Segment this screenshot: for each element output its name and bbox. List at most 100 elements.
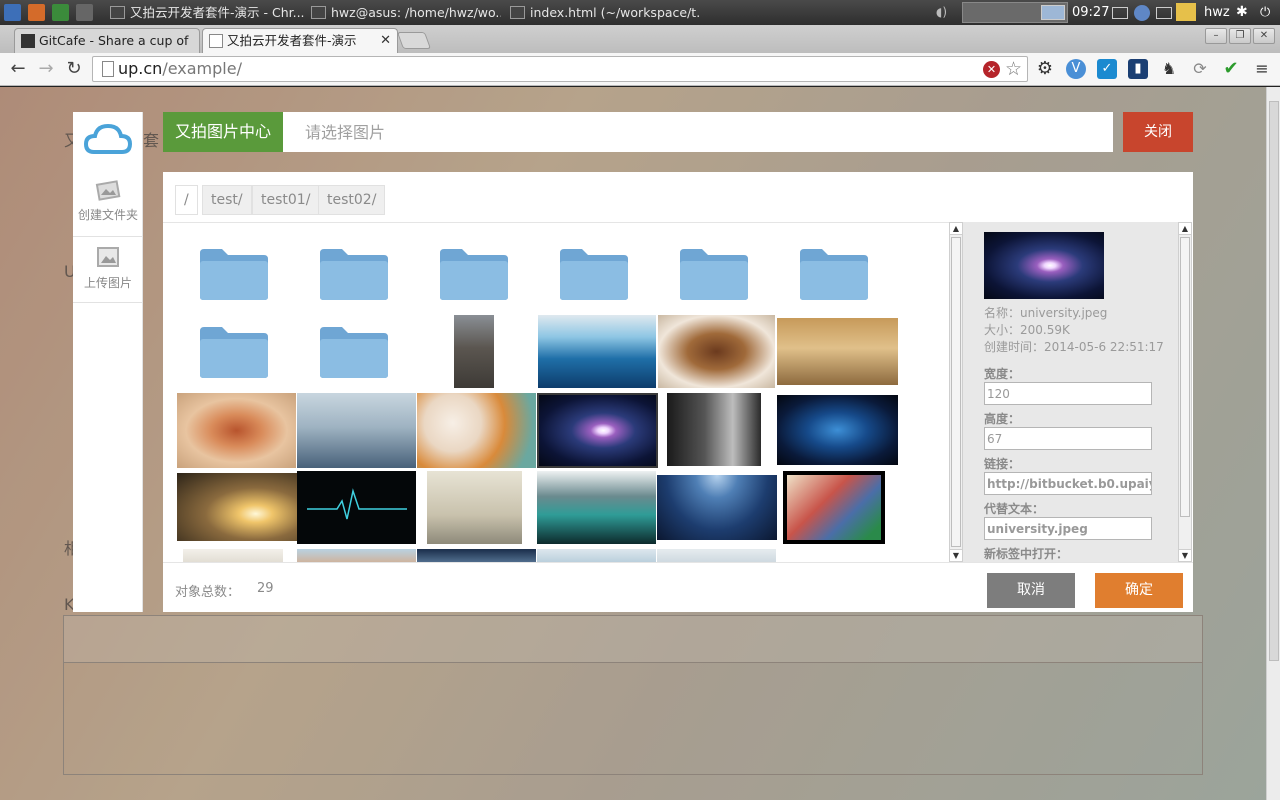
info-scrollbar-thumb[interactable] (1180, 237, 1190, 517)
check-extension-icon[interactable]: ✔ (1221, 59, 1241, 79)
image-thumbnail[interactable] (177, 393, 296, 468)
image-thumbnail[interactable] (427, 471, 522, 544)
image-thumbnail[interactable] (657, 549, 776, 562)
window-close-button[interactable]: ✕ (1253, 28, 1275, 44)
folder-item[interactable] (318, 245, 390, 304)
scroll-down-icon[interactable]: ▼ (950, 549, 962, 561)
blocked-icon[interactable]: ✕ (983, 61, 1000, 78)
settings-extension-icon[interactable]: ⚙ (1035, 59, 1055, 79)
minimize-button[interactable]: – (1205, 28, 1227, 44)
image-thumbnail[interactable] (658, 315, 775, 388)
alt-text-input[interactable] (984, 517, 1152, 540)
grid-scrollbar-thumb[interactable] (951, 237, 961, 547)
workspace-switcher[interactable] (962, 2, 1068, 23)
image-thumbnail[interactable] (777, 318, 898, 385)
sidebar-divider (73, 302, 143, 303)
app-launcher-icon[interactable] (4, 4, 21, 21)
terminal-icon (311, 6, 326, 19)
keyboard-icon[interactable] (1112, 7, 1128, 19)
folder-item[interactable] (198, 323, 270, 382)
taskbar-item-terminal[interactable]: hwz@asus: /home/hwz/wo... (311, 2, 501, 23)
image-thumbnail[interactable] (417, 393, 536, 468)
image-thumbnail[interactable] (537, 549, 656, 562)
scroll-down-icon[interactable]: ▼ (1179, 549, 1191, 561)
breadcrumb-root[interactable]: / (175, 185, 198, 215)
app-icon[interactable] (76, 4, 93, 21)
folder-item[interactable] (798, 245, 870, 304)
stats-extension-icon[interactable]: ▮ (1128, 59, 1148, 79)
info-scrollbar[interactable]: ▲ ▼ (1178, 222, 1192, 562)
menu-icon[interactable]: ≡ (1252, 59, 1272, 79)
confirm-button[interactable]: 确定 (1095, 573, 1183, 608)
image-thumbnail[interactable] (537, 471, 656, 544)
vim-icon[interactable] (52, 4, 69, 21)
folder-icon (200, 327, 268, 378)
image-thumbnail[interactable] (297, 471, 416, 544)
address-bar[interactable]: up.cn/example/ ✕ ☆ (92, 56, 1028, 82)
scroll-up-icon[interactable]: ▲ (950, 223, 962, 235)
image-thumbnail[interactable] (297, 549, 416, 562)
volume-icon[interactable]: ◖) (936, 2, 954, 23)
editor-icon (510, 6, 525, 19)
image-thumbnail[interactable] (777, 395, 898, 465)
reload-icon[interactable]: ↻ (62, 57, 86, 81)
image-thumbnail[interactable] (538, 315, 656, 388)
image-center-tab[interactable]: 又拍图片中心 (163, 112, 283, 152)
image-thumbnail[interactable] (454, 315, 494, 388)
image-select-input[interactable] (283, 112, 1113, 152)
tab-upyun-demo[interactable]: 又拍云开发者套件-演示 ✕ (202, 28, 398, 53)
height-input[interactable] (984, 427, 1152, 450)
image-thumbnail[interactable] (177, 473, 298, 541)
folder-item[interactable] (318, 323, 390, 382)
maximize-button[interactable]: ❐ (1229, 28, 1251, 44)
star-icon[interactable]: ☆ (1005, 57, 1022, 81)
folder-item[interactable] (438, 245, 510, 304)
modal-sidebar: 创建文件夹 上传图片 (73, 112, 143, 612)
user-name[interactable]: hwz (1204, 2, 1230, 23)
page-scrollbar-thumb[interactable] (1269, 101, 1279, 661)
image-thumbnail[interactable] (667, 393, 761, 466)
image-thumbnail[interactable] (657, 475, 777, 540)
image-thumbnail[interactable] (783, 471, 885, 544)
close-tab-icon[interactable]: ✕ (380, 29, 391, 53)
upload-image-button[interactable]: 上传图片 (73, 244, 143, 291)
cancel-button[interactable]: 取消 (987, 573, 1075, 608)
back-icon[interactable]: ← (6, 57, 30, 81)
new-tab-button[interactable] (396, 32, 432, 49)
vimium-extension-icon[interactable]: V (1066, 59, 1086, 79)
forward-icon[interactable]: → (34, 57, 58, 81)
scroll-up-icon[interactable]: ▲ (1179, 223, 1191, 235)
network-icon[interactable] (1156, 7, 1172, 19)
breadcrumb-test01[interactable]: test01/ (252, 185, 320, 215)
notes-icon[interactable] (1176, 3, 1196, 21)
folder-item[interactable] (678, 245, 750, 304)
url-text[interactable]: up.cn/example/ (118, 57, 242, 81)
grid-scrollbar[interactable]: ▲ ▼ (949, 222, 963, 562)
breadcrumb-test[interactable]: test/ (202, 185, 252, 215)
image-thumbnail[interactable] (417, 549, 536, 562)
breadcrumb-test02[interactable]: test02/ (318, 185, 386, 215)
close-button[interactable]: 关闭 (1123, 112, 1193, 152)
file-grid (163, 222, 949, 562)
sync-extension-icon[interactable]: ⟳ (1190, 59, 1210, 79)
width-input[interactable] (984, 382, 1152, 405)
page-scrollbar[interactable] (1266, 87, 1280, 800)
tab-gitcafe[interactable]: GitCafe - Share a cup of (14, 28, 200, 53)
todo-extension-icon[interactable]: ✓ (1097, 59, 1117, 79)
folder-icon (680, 249, 748, 300)
chrome-tray-icon[interactable] (1134, 5, 1150, 21)
create-folder-button[interactable]: 创建文件夹 (73, 176, 143, 223)
image-thumbnail[interactable] (183, 549, 283, 562)
app-icon[interactable] (28, 4, 45, 21)
evernote-extension-icon[interactable]: ♞ (1159, 59, 1179, 79)
folder-item[interactable] (558, 245, 630, 304)
folder-item[interactable] (198, 245, 270, 304)
image-thumbnail-selected[interactable] (537, 393, 658, 468)
link-input[interactable] (984, 472, 1152, 495)
image-thumbnail[interactable] (297, 393, 416, 468)
power-icon[interactable]: ⏻ (1260, 2, 1270, 23)
image-name: 名称：university.jpeg (984, 306, 1108, 320)
taskbar-item-chrome[interactable]: 又拍云开发者套件-演示 - Chr... (110, 2, 305, 23)
taskbar-item-editor[interactable]: index.html (~/workspace/t... (510, 2, 700, 23)
settings-icon[interactable]: ✱ (1236, 2, 1248, 23)
